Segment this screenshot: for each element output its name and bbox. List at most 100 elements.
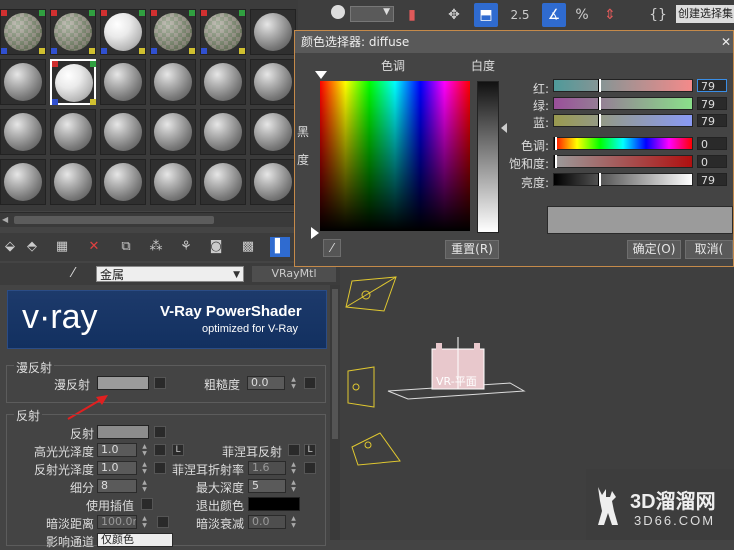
put-to-scene-icon[interactable]: ⬘ [22, 237, 42, 257]
hue-slider-thumb[interactable] [554, 137, 557, 150]
green-input[interactable]: 79 [697, 97, 727, 111]
material-slot[interactable] [0, 59, 46, 105]
reflect-map-button[interactable] [154, 426, 166, 438]
dialog-title-bar[interactable]: 颜色选择器: diffuse ✕ [295, 31, 733, 53]
material-slot[interactable] [100, 59, 146, 105]
hilight-gloss-input[interactable]: 1.0 [97, 443, 137, 457]
show-map-icon[interactable]: ◙ [206, 237, 226, 257]
dialog-close-icon[interactable]: ✕ [721, 31, 731, 53]
material-slot[interactable] [250, 59, 296, 105]
roughness-spinner[interactable]: ▲ ▼ [290, 376, 297, 390]
material-slot[interactable] [250, 109, 296, 155]
subdivs-spinner[interactable]: ▲ ▼ [141, 479, 148, 493]
dim-distance-input[interactable]: 100.0r [97, 515, 137, 529]
panel-scrollbar[interactable] [330, 285, 340, 540]
eyedropper-icon[interactable]: ⁄ [323, 239, 341, 257]
max-depth-input[interactable]: 5 [248, 479, 286, 493]
viewport-dropdown[interactable]: ▼ [350, 6, 394, 22]
material-slot[interactable] [50, 9, 96, 55]
roughness-map-button[interactable] [304, 377, 316, 389]
blue-slider[interactable] [553, 114, 693, 127]
refl-gloss-spinner[interactable]: ▲ ▼ [141, 461, 148, 475]
value-input[interactable]: 79 [697, 173, 727, 187]
cancel-button[interactable]: 取消( [685, 240, 733, 259]
green-slider[interactable] [553, 97, 693, 110]
hilight-gloss-spinner[interactable]: ▲ ▼ [141, 443, 148, 457]
background-icon[interactable]: ▩ [238, 237, 258, 257]
material-slot[interactable] [0, 109, 46, 155]
fresnel-ior-spinner[interactable]: ▲ ▼ [290, 461, 297, 475]
value-slider-thumb[interactable] [598, 173, 601, 186]
copy-material-icon[interactable]: ⧉ [116, 237, 136, 257]
material-slot[interactable] [100, 159, 146, 205]
refl-gloss-map-button[interactable] [154, 462, 166, 474]
red-slider-thumb[interactable] [598, 79, 601, 92]
material-slot[interactable] [200, 59, 246, 105]
material-slot[interactable] [200, 9, 246, 55]
unique-icon[interactable]: ⁂ [146, 237, 166, 257]
hilight-gloss-map-button[interactable] [154, 444, 166, 456]
delete-icon[interactable]: ✕ [84, 237, 104, 257]
percent-snap-icon[interactable]: % [570, 3, 594, 27]
material-type-button[interactable]: VRayMtl [252, 266, 336, 282]
get-material-icon[interactable]: ⬙ [0, 237, 20, 257]
spinner-snap-icon[interactable]: ⇕ [598, 3, 622, 27]
use-interp-checkbox[interactable] [141, 498, 153, 510]
exit-color-swatch[interactable] [248, 497, 300, 511]
saturation-input[interactable]: 0 [697, 155, 727, 169]
material-slot[interactable] [50, 109, 96, 155]
material-slot[interactable] [100, 109, 146, 155]
material-slot[interactable] [150, 109, 196, 155]
hue-marker-icon[interactable] [315, 71, 327, 79]
blue-slider-thumb[interactable] [598, 114, 601, 127]
hue-blackness-field[interactable] [320, 81, 470, 231]
blue-input[interactable]: 79 [697, 114, 727, 128]
dim-distance-spinner[interactable]: ▲ ▼ [141, 515, 148, 529]
sphere-icon[interactable] [326, 3, 350, 27]
go-to-parent-icon[interactable]: ▌ [270, 237, 290, 257]
perspective-viewport[interactable]: VR-平面 3D溜溜网 3D66.COM [340, 267, 734, 540]
fresnel-ior-input[interactable]: 1.6 [248, 461, 286, 475]
named-selection-icon[interactable]: {} [646, 3, 670, 27]
saturation-slider[interactable] [553, 155, 693, 168]
hue-slider[interactable] [553, 137, 693, 150]
refl-gloss-input[interactable]: 1.0 [97, 461, 137, 475]
material-slot[interactable] [200, 159, 246, 205]
fresnel-checkbox[interactable] [288, 444, 300, 456]
dim-distance-checkbox[interactable] [157, 516, 169, 528]
material-slot[interactable] [200, 109, 246, 155]
material-slot[interactable] [250, 9, 296, 55]
fresnel-ior-map-button[interactable] [304, 462, 316, 474]
subdivs-input[interactable]: 8 [97, 479, 137, 493]
value-slider[interactable] [553, 173, 693, 186]
create-selection-set[interactable]: 创建选择集 [676, 5, 734, 23]
material-slot[interactable] [150, 159, 196, 205]
dim-falloff-spinner[interactable]: ▲ ▼ [290, 515, 297, 529]
max-depth-spinner[interactable]: ▲ ▼ [290, 479, 297, 493]
material-slot[interactable] [0, 159, 46, 205]
hilight-lock-button[interactable]: L [172, 444, 184, 456]
eyedropper-icon[interactable]: ⁄ [72, 266, 74, 281]
roughness-input[interactable]: 0.0 [247, 376, 285, 390]
scroll-left-arrow[interactable]: ◀ [2, 214, 12, 226]
material-slot[interactable] [250, 159, 296, 205]
reflect-color-swatch[interactable] [97, 425, 149, 439]
red-slider[interactable] [553, 79, 693, 92]
material-slot[interactable] [0, 9, 46, 55]
green-slider-thumb[interactable] [598, 97, 601, 110]
whiteness-marker-icon[interactable] [501, 123, 507, 133]
assign-material-icon[interactable]: ▦ [52, 237, 72, 257]
fresnel-lock-button[interactable]: L [304, 444, 316, 456]
panel-scroll-thumb[interactable] [332, 289, 338, 439]
material-slot[interactable] [100, 9, 146, 55]
reset-button[interactable]: 重置(R) [445, 240, 499, 259]
red-input[interactable]: 79 [697, 79, 727, 93]
snap-toggle-icon[interactable]: 2.5 [508, 3, 532, 27]
affect-channels-dropdown[interactable]: 仅颜色 [97, 533, 173, 547]
diffuse-map-button[interactable] [154, 377, 166, 389]
scroll-thumb[interactable] [14, 216, 214, 224]
material-slot[interactable] [50, 59, 96, 105]
angle-snap-icon[interactable]: ∡ [542, 3, 566, 27]
whiteness-strip[interactable] [477, 81, 499, 233]
bookmark-icon[interactable]: ▮ [400, 3, 424, 27]
